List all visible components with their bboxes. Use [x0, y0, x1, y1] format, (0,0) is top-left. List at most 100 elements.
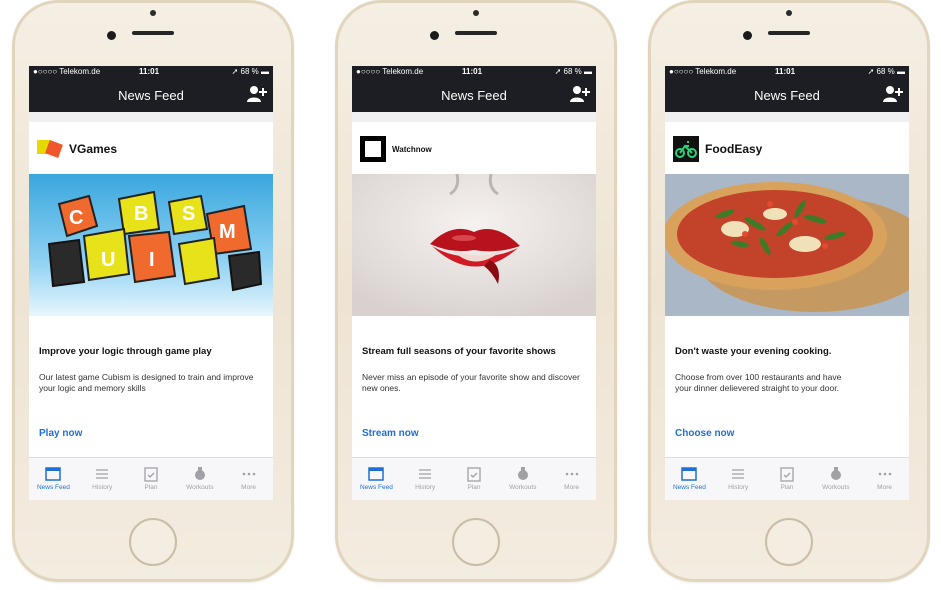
carrier: ●○○○○ Telekom.de	[33, 67, 101, 76]
cubism-letter: C	[69, 207, 83, 229]
add-friend-icon[interactable]	[570, 85, 590, 103]
nav-bar: News Feed	[352, 78, 596, 112]
tab-workouts[interactable]: Workouts	[498, 458, 547, 500]
screen: ●○○○○ Telekom.de 11:01 ➚ 68 % ▬ News Fee…	[29, 66, 273, 500]
tab-label: News Feed	[359, 484, 393, 491]
brand-header: FoodEasy	[673, 136, 762, 162]
brand-name: Watchnow	[392, 144, 432, 154]
history-icon	[96, 469, 109, 479]
news-feed-icon	[45, 467, 62, 481]
status-bar: ●○○○○ Telekom.de 11:01 ➚ 68 % ▬	[352, 66, 596, 78]
tab-label: Plan	[144, 484, 158, 491]
cubism-letter: I	[149, 249, 155, 271]
vgames-logo-icon	[37, 140, 63, 158]
front-camera	[107, 31, 116, 40]
hero-image-lips	[352, 174, 596, 316]
tab-label: News Feed	[672, 484, 706, 491]
clock: 11:01	[139, 67, 160, 76]
feed-card[interactable]: VGames C U B S I M Improve your logic th…	[29, 122, 273, 458]
add-friend-icon[interactable]	[883, 85, 903, 103]
workouts-icon	[194, 467, 205, 480]
plan-icon	[467, 467, 481, 482]
tab-workouts[interactable]: Workouts	[811, 458, 860, 500]
brand-name: VGames	[69, 142, 118, 156]
status-bar: ●○○○○ Telekom.de 11:01 ➚ 68 % ▬	[665, 66, 909, 78]
tab-more[interactable]: More	[860, 458, 909, 500]
tab-history[interactable]: History	[714, 458, 763, 500]
carrier: ●○○○○ Telekom.de	[669, 67, 737, 76]
cubism-letter: S	[182, 203, 195, 225]
watchnow-logo-icon	[360, 136, 386, 162]
cubism-artwork: C U B S I M	[47, 190, 263, 292]
nav-bar: News Feed	[29, 78, 273, 112]
history-icon	[732, 469, 745, 479]
nav-title: News Feed	[754, 88, 820, 103]
home-button[interactable]	[452, 518, 500, 566]
pizza-artwork	[665, 174, 909, 316]
tab-label: History	[415, 484, 436, 491]
lips-artwork	[352, 174, 596, 316]
battery-label: ➚ 68 % ▬	[867, 67, 905, 76]
phone-vgames: ●○○○○ Telekom.de 11:01 ➚ 68 % ▬ News Fee…	[12, 0, 294, 582]
phone-watchnow: ●○○○○ Telekom.de 11:01 ➚ 68 % ▬ News Fee…	[335, 0, 617, 582]
home-button[interactable]	[129, 518, 177, 566]
plan-icon	[780, 467, 794, 482]
tab-label: History	[728, 484, 749, 491]
more-icon	[878, 472, 891, 476]
tab-label: More	[241, 484, 256, 491]
choose-now-link[interactable]: Choose now	[675, 428, 734, 439]
history-icon	[419, 469, 432, 479]
brand-header: VGames	[37, 136, 117, 162]
front-camera	[430, 31, 439, 40]
feed-card[interactable]: FoodEasy Don't waste your evening cookin…	[665, 122, 909, 458]
tab-news-feed[interactable]: News Feed	[665, 458, 714, 500]
card-headline: Don't waste your evening cooking.	[675, 346, 832, 357]
feed-card[interactable]: Watchnow Stream full seasons of your fav…	[352, 122, 596, 458]
phone-foodeasy: ●○○○○ Telekom.de 11:01 ➚ 68 % ▬ News Fee…	[648, 0, 930, 582]
bicycle-logo-icon	[673, 136, 699, 162]
tab-more[interactable]: More	[547, 458, 596, 500]
nav-title: News Feed	[441, 88, 507, 103]
plan-icon	[144, 467, 158, 482]
earpiece-speaker	[768, 31, 810, 35]
tab-history[interactable]: History	[401, 458, 450, 500]
tab-news-feed[interactable]: News Feed	[29, 458, 78, 500]
cubism-letter: M	[219, 221, 236, 243]
earpiece-speaker	[132, 31, 174, 35]
tab-history[interactable]: History	[78, 458, 127, 500]
battery-label: ➚ 68 % ▬	[554, 67, 592, 76]
brand-header: Watchnow	[360, 136, 432, 162]
tab-label: More	[564, 484, 579, 491]
more-icon	[565, 472, 578, 476]
add-friend-icon[interactable]	[247, 85, 267, 103]
tab-plan[interactable]: Plan	[127, 458, 176, 500]
play-now-link[interactable]: Play now	[39, 428, 82, 439]
brand-name: FoodEasy	[705, 142, 763, 156]
tab-more[interactable]: More	[224, 458, 273, 500]
card-body: Our latest game Cubism is designed to tr…	[39, 372, 254, 393]
tab-news-feed[interactable]: News Feed	[352, 458, 401, 500]
workouts-icon	[517, 467, 528, 480]
cubism-letter: B	[134, 203, 148, 225]
tab-plan[interactable]: Plan	[763, 458, 812, 500]
tab-bar: News Feed History Plan Workouts More	[352, 457, 596, 500]
tab-label: Plan	[780, 484, 794, 491]
sensor-dot	[473, 10, 479, 16]
clock: 11:01	[462, 67, 483, 76]
news-feed-icon	[681, 467, 698, 481]
tab-label: Workouts	[822, 484, 850, 491]
front-camera	[743, 31, 752, 40]
cubism-letter: U	[101, 249, 115, 271]
tab-plan[interactable]: Plan	[450, 458, 499, 500]
stream-now-link[interactable]: Stream now	[362, 428, 419, 439]
earpiece-speaker	[455, 31, 497, 35]
workouts-icon	[830, 467, 841, 480]
tab-label: More	[877, 484, 892, 491]
card-body: Never miss an episode of your favorite s…	[362, 372, 580, 393]
card-body: Choose from over 100 restaurants and hav…	[675, 372, 842, 393]
nav-title: News Feed	[118, 88, 184, 103]
status-bar: ●○○○○ Telekom.de 11:01 ➚ 68 % ▬	[29, 66, 273, 78]
home-button[interactable]	[765, 518, 813, 566]
tab-workouts[interactable]: Workouts	[175, 458, 224, 500]
carrier: ●○○○○ Telekom.de	[356, 67, 424, 76]
